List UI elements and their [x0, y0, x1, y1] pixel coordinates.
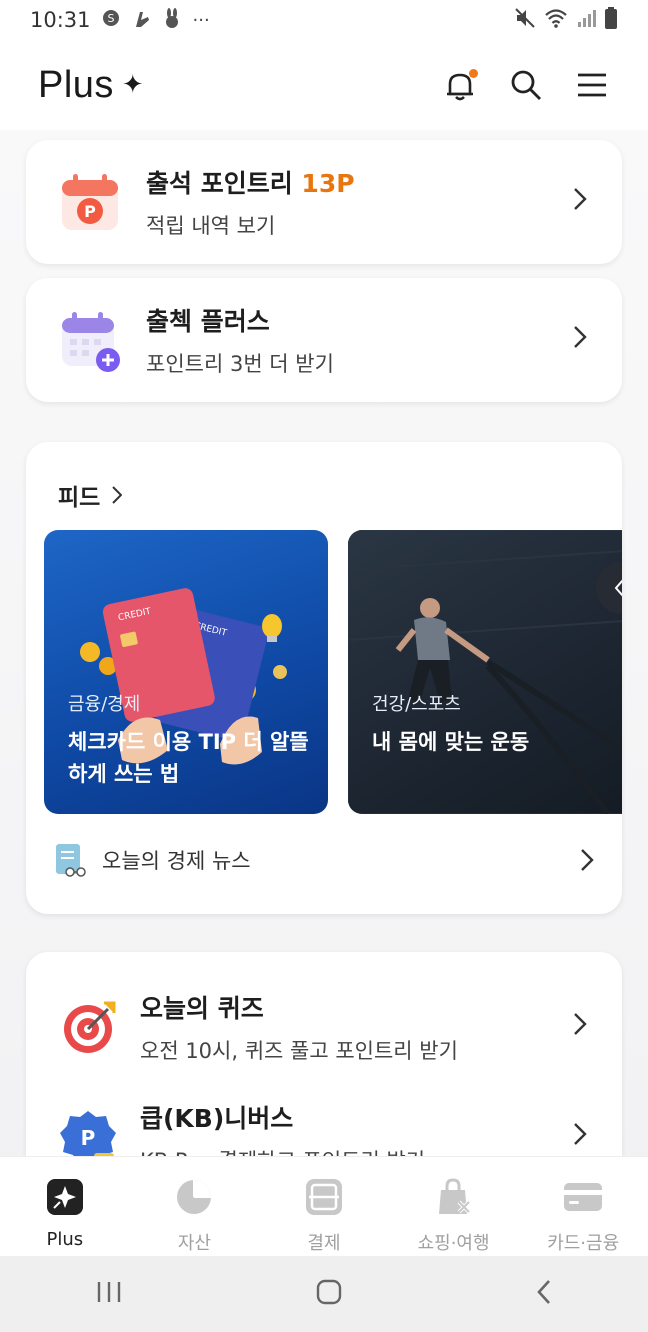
battery-icon — [604, 6, 618, 34]
shopping-bag-icon — [434, 1177, 474, 1217]
svg-text:P: P — [81, 1126, 96, 1150]
chevron-right-icon — [570, 1122, 590, 1153]
economic-news-label: 오늘의 경제 뉴스 — [102, 849, 251, 873]
quiz-title: 오늘의 퀴즈 — [140, 994, 264, 1023]
svg-text:S: S — [107, 12, 114, 25]
feed-card-category: 건강/스포츠 — [372, 694, 461, 715]
status-bar: 10:31 S ··· — [0, 0, 648, 40]
rabbit-icon — [163, 7, 181, 33]
points-badge-icon: P — [60, 1111, 116, 1156]
nav-label: 자산 — [177, 1233, 211, 1254]
search-icon — [511, 70, 541, 100]
back-icon — [536, 1280, 550, 1304]
attendance-title: 출석 포인트리 13P — [146, 164, 570, 200]
bottom-navigation: Plus 자산 결제 쇼핑·여행 카드·금융 — [0, 1156, 648, 1256]
rewards-section: 오늘의 퀴즈 오전 10시, 퀴즈 풀고 포인트리 받기 P 큽(KB)니버스 … — [26, 952, 622, 1156]
pie-chart-icon — [174, 1177, 214, 1217]
app-header: Plus ✦ — [0, 40, 648, 130]
feed-card-title: 체크카드 이용 TIP 더 알뜰하게 쓰는 법 — [68, 730, 309, 786]
nav-label: 결제 — [307, 1233, 341, 1254]
check-plus-card[interactable]: 출첵 플러스 포인트리 3번 더 받기 — [26, 278, 622, 402]
double-chevron-left-icon — [614, 579, 622, 597]
kb-biz-row[interactable]: P 큽(KB)니버스 KB Pay 결제하고 포인트리 받기 — [26, 1082, 622, 1156]
nav-assets[interactable]: 자산 — [130, 1157, 260, 1256]
feed-card-finance[interactable]: CREDIT CREDIT 금융/경제 체크카드 이용 TIP 더 알뜰하게 쓰… — [44, 530, 328, 814]
check-plus-subtitle: 포인트리 3번 더 받기 — [146, 352, 334, 376]
svg-text:P: P — [84, 202, 96, 221]
notification-dot — [469, 69, 478, 78]
sparkle-icon: ✦ — [121, 70, 144, 100]
quiz-row[interactable]: 오늘의 퀴즈 오전 10시, 퀴즈 풀고 포인트리 받기 — [26, 972, 622, 1082]
wifi-icon — [544, 8, 568, 33]
attendance-subtitle: 적립 내역 보기 — [146, 214, 276, 238]
feed-section: 피드 CREDIT CREDIT 금융/경제 체크카드 이용 TIP 더 알뜰하… — [26, 442, 622, 914]
app-title: Plus — [38, 63, 114, 106]
main-content: P 출석 포인트리 13P 적립 내역 보기 출첵 플러스 포인트리 3번 더 … — [0, 130, 648, 1156]
news-document-icon — [56, 844, 86, 877]
calendar-plus-icon — [62, 312, 120, 372]
nav-label: 카드·금융 — [547, 1233, 620, 1254]
menu-button[interactable] — [574, 67, 610, 103]
calendar-points-icon: P — [62, 174, 118, 230]
signal-icon — [576, 8, 596, 33]
nav-label: 쇼핑·여행 — [417, 1233, 490, 1254]
credit-card-icon — [563, 1177, 603, 1217]
nav-plus[interactable]: Plus — [0, 1157, 130, 1256]
chevron-right-icon — [570, 1012, 590, 1043]
attendance-points-card[interactable]: P 출석 포인트리 13P 적립 내역 보기 — [26, 140, 622, 264]
status-time: 10:31 — [30, 8, 91, 32]
hamburger-menu-icon — [578, 73, 606, 97]
check-plus-title: 출첵 플러스 — [146, 307, 270, 336]
feed-title: 피드 — [58, 485, 101, 511]
chevron-right-icon — [570, 325, 590, 356]
notification-button[interactable] — [442, 67, 478, 103]
feed-header-link[interactable]: 피드 — [58, 478, 123, 512]
nav-label: Plus — [46, 1229, 84, 1250]
target-icon — [64, 1001, 116, 1053]
search-button[interactable] — [508, 67, 544, 103]
system-navigation-bar — [0, 1256, 648, 1332]
attendance-title-text: 출석 포인트리 — [146, 169, 302, 198]
chevron-right-icon — [570, 187, 590, 218]
kb-biz-title: 큽(KB)니버스 — [140, 1104, 294, 1133]
samsung-s-icon: S — [101, 8, 121, 33]
feed-card-category: 금융/경제 — [68, 694, 141, 715]
feed-card-health[interactable]: 건강/스포츠 내 몸에 맞는 운동 — [348, 530, 622, 814]
more-notifications-icon: ··· — [192, 9, 210, 31]
nav-payment[interactable]: 결제 — [259, 1157, 389, 1256]
recent-apps-icon — [98, 1282, 121, 1302]
home-button[interactable] — [315, 1278, 343, 1310]
attendance-points-value: 13P — [301, 169, 355, 198]
quiz-subtitle: 오전 10시, 퀴즈 풀고 포인트리 받기 — [140, 1039, 458, 1063]
hand-icon — [133, 8, 151, 33]
chevron-right-icon — [581, 849, 594, 871]
recent-apps-button[interactable] — [96, 1280, 122, 1308]
plus-sparkle-icon — [45, 1177, 85, 1217]
home-icon — [316, 1279, 342, 1305]
back-button[interactable] — [536, 1279, 552, 1309]
workout-illustration — [348, 530, 622, 814]
nav-card-finance[interactable]: 카드·금융 — [518, 1157, 648, 1256]
economic-news-row[interactable]: 오늘의 경제 뉴스 — [54, 842, 594, 878]
scan-pay-icon — [304, 1177, 344, 1217]
kb-biz-subtitle: KB Pay 결제하고 포인트리 받기 — [140, 1145, 570, 1156]
feed-card-title: 내 몸에 맞는 운동 — [372, 730, 530, 754]
nav-shopping-travel[interactable]: 쇼핑·여행 — [389, 1157, 519, 1256]
chevron-right-icon — [112, 486, 123, 504]
mute-icon — [514, 7, 536, 34]
